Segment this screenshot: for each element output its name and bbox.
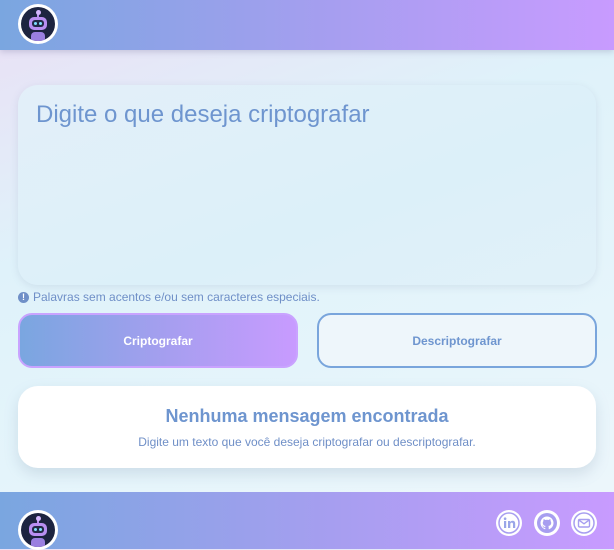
text-input-container (18, 85, 596, 285)
encrypt-button[interactable]: Criptografar (18, 313, 298, 368)
input-notice: ! Palavras sem acentos e/ou sem caracter… (18, 289, 320, 305)
message-title: Nenhuma mensagem encontrada (165, 406, 449, 426)
email-icon[interactable] (571, 510, 597, 536)
footer (0, 492, 614, 550)
output-message-card: Nenhuma mensagem encontrada Digite um te… (18, 386, 596, 468)
message-subtitle: Digite um texto que você deseja criptogr… (138, 435, 476, 449)
decrypt-button[interactable]: Descriptografar (317, 313, 597, 368)
robot-logo-icon[interactable] (18, 4, 58, 44)
encrypt-button-label: Criptografar (123, 333, 193, 348)
github-icon[interactable] (534, 510, 560, 536)
message-input[interactable] (18, 85, 596, 285)
notice-text: Palavras sem acentos e/ou sem caracteres… (33, 290, 320, 304)
decrypt-button-label: Descriptografar (412, 333, 502, 348)
exclamation-icon: ! (18, 291, 29, 303)
linkedin-icon[interactable] (496, 510, 522, 536)
header (0, 0, 614, 50)
footer-robot-logo-icon[interactable] (18, 510, 58, 550)
